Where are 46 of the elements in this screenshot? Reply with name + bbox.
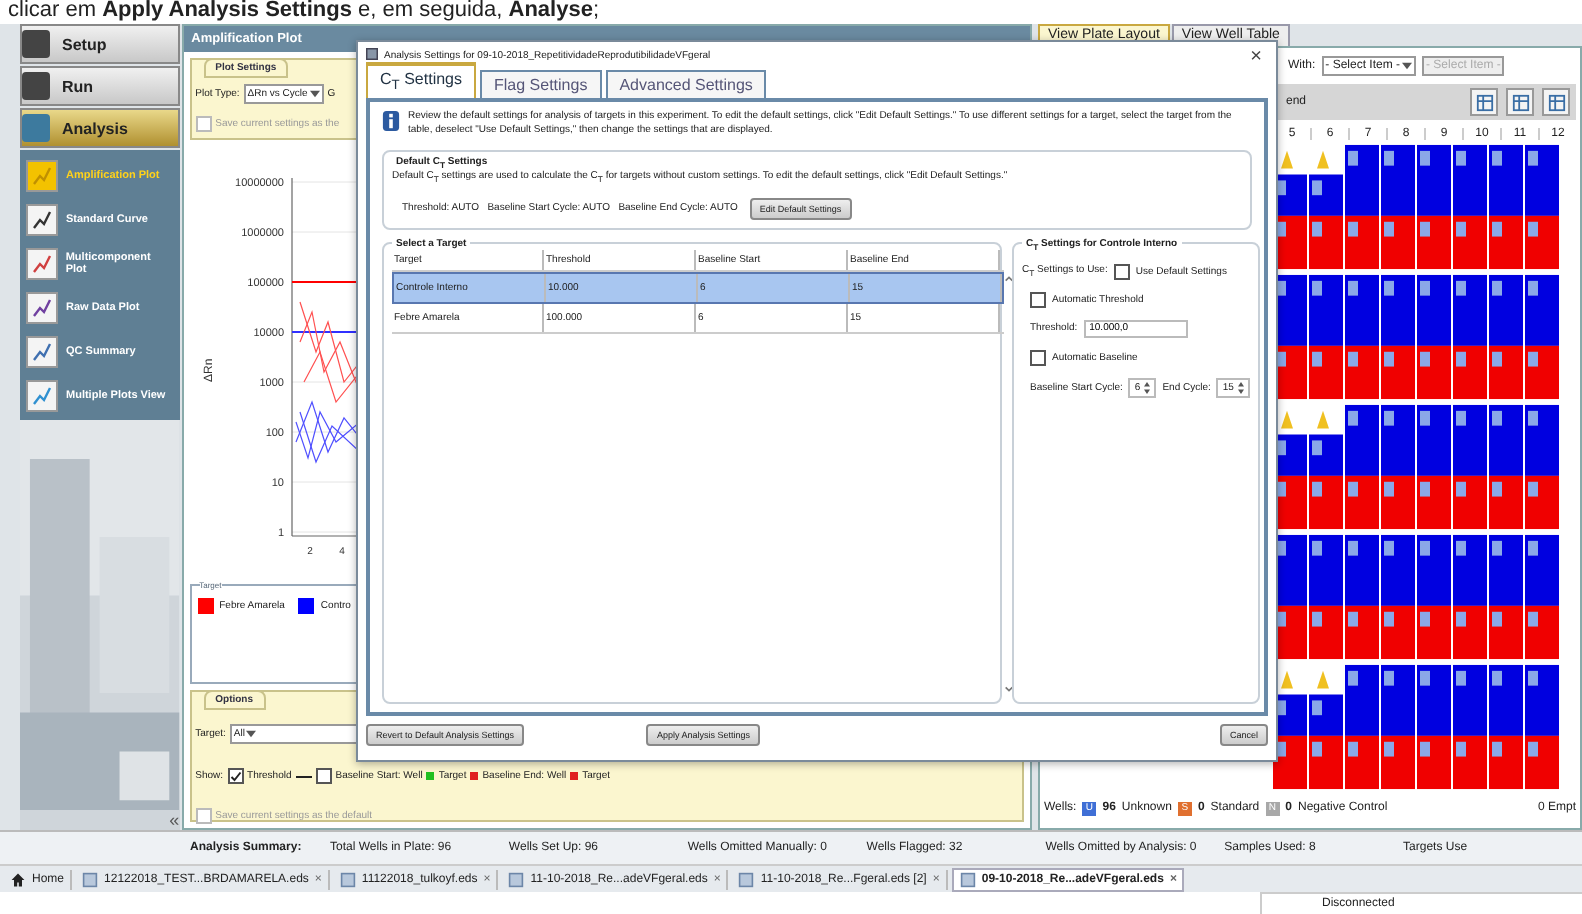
chart-icon [26, 247, 58, 279]
caption-text: clicar em Apply Analysis Settings e, em seguida, Analyse; [6, 0, 602, 24]
dropdown-arrow-icon[interactable] [309, 90, 320, 98]
checkbox[interactable] [1113, 263, 1130, 279]
dropdown-arrow-icon[interactable] [1402, 62, 1413, 70]
nav-step[interactable]: Setup [20, 24, 180, 64]
checkbox[interactable] [195, 808, 212, 824]
settings-tab[interactable]: C$_{T}$ Settings [366, 62, 476, 98]
step-icon [22, 30, 50, 58]
collapse-button[interactable]: « [20, 810, 180, 830]
dropdown-arrow-icon[interactable] [246, 730, 257, 738]
nav-step[interactable]: Analysis [20, 108, 180, 148]
chart-icon [26, 379, 58, 411]
close-button[interactable]: × [1244, 45, 1268, 67]
document-icon [959, 871, 976, 887]
step-icon [22, 72, 50, 100]
info-icon [382, 110, 400, 137]
checkbox[interactable] [195, 116, 212, 132]
threshold-line[interactable] [290, 331, 360, 333]
line-sample-icon [295, 775, 312, 777]
chart-icon [26, 159, 58, 191]
step-icon [22, 114, 50, 142]
document-icon [508, 871, 525, 887]
window-icon [366, 48, 378, 64]
threshold-line[interactable] [290, 281, 360, 283]
checkbox[interactable] [1030, 291, 1046, 307]
document-icon [738, 871, 755, 887]
settings-tab[interactable]: Flag Settings [480, 70, 602, 98]
home-icon [10, 871, 26, 887]
nav-step[interactable]: Run [20, 66, 180, 106]
scroll-down-icon[interactable] [1004, 684, 1014, 694]
view-icon[interactable] [1470, 88, 1498, 116]
document-icon [82, 871, 99, 887]
checkbox[interactable] [1030, 349, 1046, 365]
checkbox[interactable] [227, 768, 244, 784]
document-icon [339, 871, 356, 887]
settings-tab[interactable]: Advanced Settings [605, 70, 767, 98]
spinner-arrows-icon[interactable] [1144, 381, 1151, 393]
view-icon[interactable] [1542, 88, 1570, 116]
chart-icon [26, 203, 58, 235]
chart-icon [26, 291, 58, 323]
view-icon[interactable] [1506, 88, 1534, 116]
checkbox[interactable] [315, 768, 332, 784]
chart-icon [26, 335, 58, 367]
scroll-up-icon[interactable] [1004, 273, 1014, 283]
spinner-arrows-icon[interactable] [1237, 381, 1244, 393]
